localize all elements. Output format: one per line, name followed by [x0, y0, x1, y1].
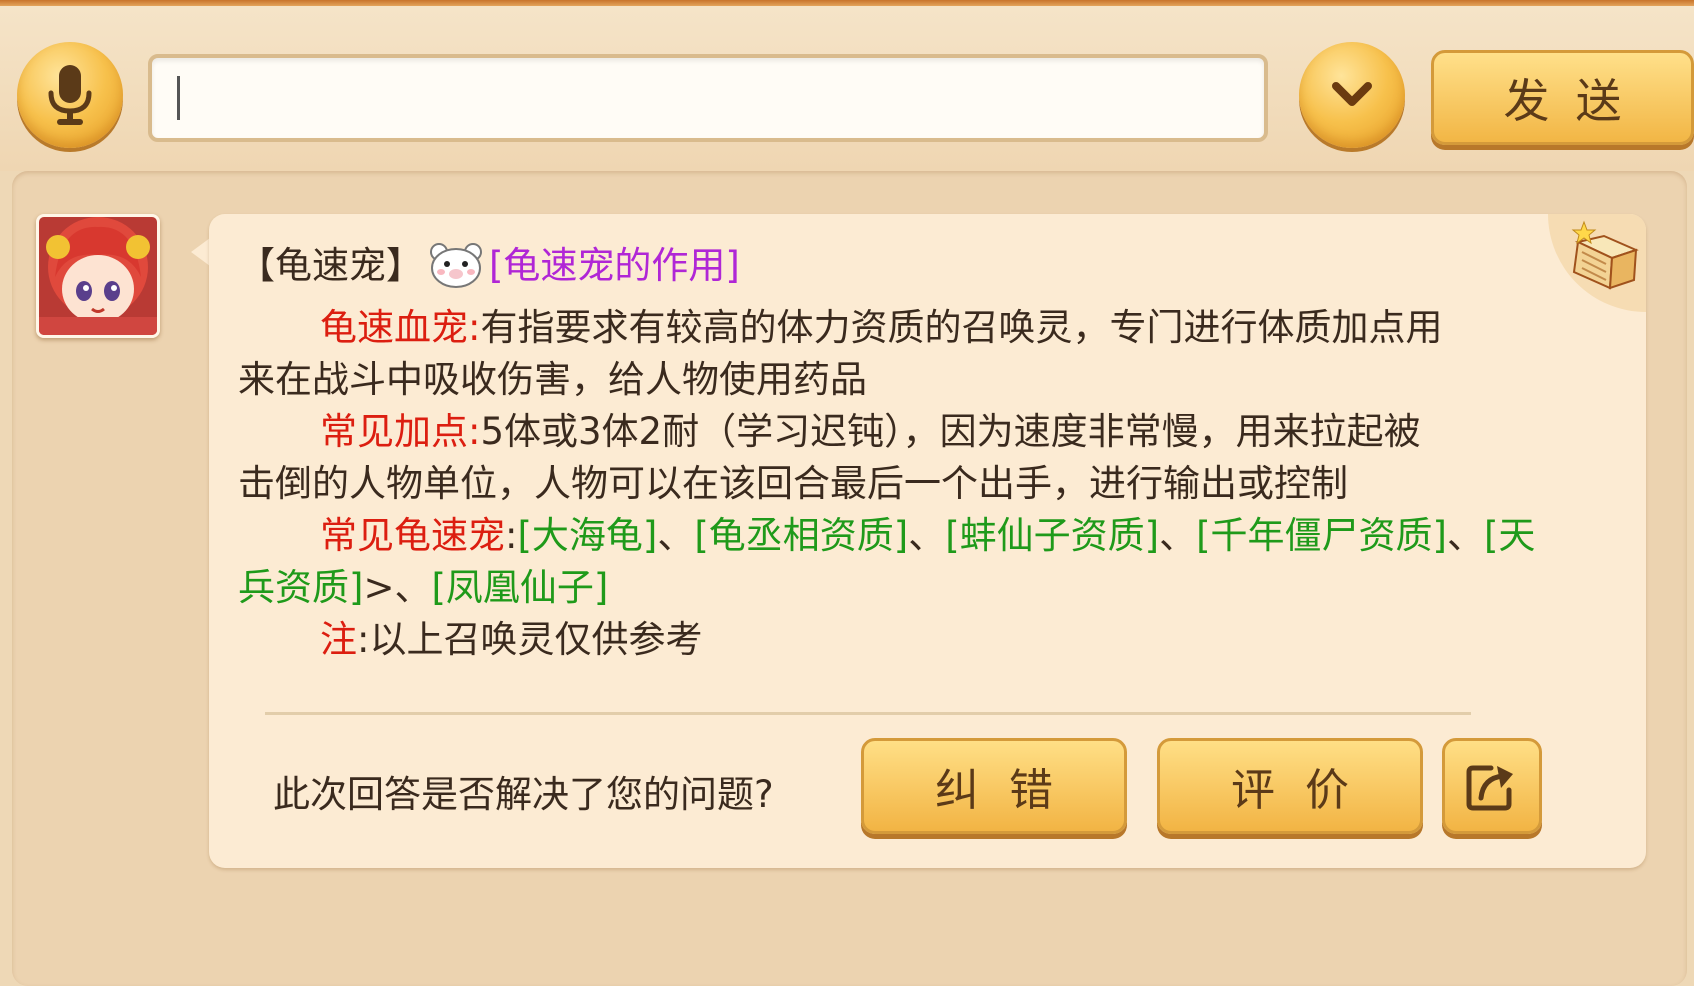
section-label-pets: 常见龟速宠	[320, 514, 505, 557]
send-button[interactable]: 发送	[1431, 50, 1694, 145]
topic-tag: 【龟速宠】	[238, 244, 423, 287]
section-text: 有指要求有较高的体力资质的召唤灵，专门进行体质加点用	[480, 306, 1443, 349]
divider	[265, 712, 1471, 715]
mic-button[interactable]	[17, 42, 123, 148]
pet-link[interactable]: [凤凰仙子]	[431, 566, 608, 609]
pet-link[interactable]: [龟丞相资质]	[694, 514, 908, 557]
rate-button[interactable]: 评价	[1157, 738, 1423, 834]
separator: 、	[908, 514, 946, 557]
colon: :	[505, 514, 518, 557]
section-text: 击倒的人物单位，人物可以在该回合最后一个出手，进行输出或控制	[238, 462, 1348, 505]
section-label-points: 常见加点:	[320, 410, 481, 453]
bubble-tail	[191, 238, 210, 266]
avatar	[36, 214, 160, 338]
topic-link[interactable]: [龟速宠的作用]	[489, 244, 740, 287]
expand-button[interactable]	[1299, 42, 1405, 148]
section-text: 5体或3体2耐（学习迟钝），因为速度非常慢，用来拉起被	[480, 410, 1421, 453]
section-label-blood: 龟速血宠:	[320, 306, 481, 349]
report-error-button[interactable]: 纠错	[861, 738, 1127, 834]
answer-text: 【龟速宠】 [龟速宠的作用] 龟速血宠:有指要求有较高的体力资质的召唤灵，专门进…	[238, 240, 1568, 666]
separator: 、	[394, 566, 432, 609]
note-text: :以上召唤灵仅供参考	[357, 618, 703, 661]
chat-input[interactable]	[148, 54, 1268, 142]
bear-icon	[427, 242, 485, 302]
share-icon	[1466, 765, 1513, 811]
text-caret	[177, 76, 180, 120]
separator: 、	[1159, 514, 1197, 557]
separator: 、	[1446, 514, 1484, 557]
feedback-question: 此次回答是否解决了您的问题?	[273, 773, 774, 816]
pet-link[interactable]: [大海龟]	[517, 514, 657, 557]
pet-link[interactable]: [千年僵尸资质]	[1196, 514, 1447, 557]
note-label: 注	[320, 618, 357, 661]
pet-link[interactable]: [蚌仙子资质]	[945, 514, 1159, 557]
bracket: >	[363, 566, 395, 609]
section-text: 来在战斗中吸收伤害，给人物使用药品	[238, 358, 867, 401]
share-button[interactable]	[1442, 738, 1542, 834]
microphone-icon	[48, 65, 92, 125]
separator: 、	[657, 514, 695, 557]
chevron-down-icon	[1332, 82, 1372, 106]
